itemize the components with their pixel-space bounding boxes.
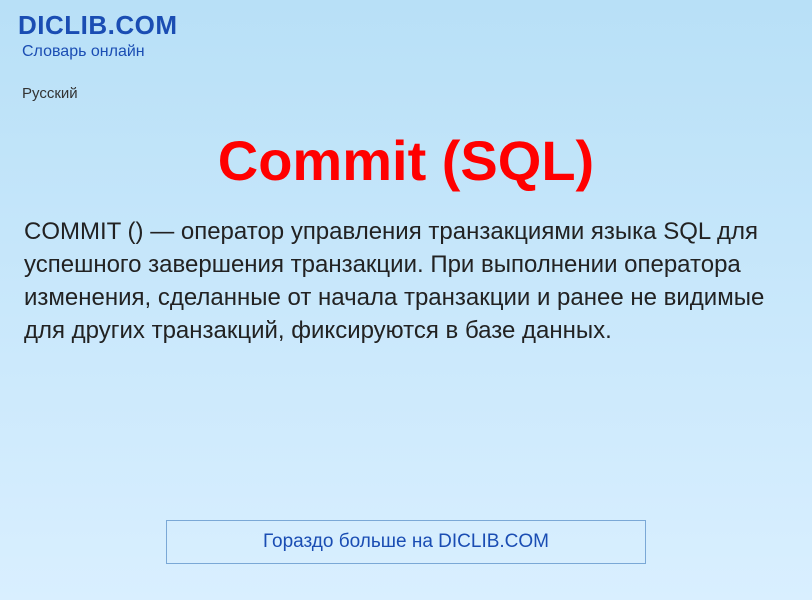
page-title: Commit (SQL) <box>0 128 812 193</box>
site-name[interactable]: DICLIB.COM <box>18 10 794 41</box>
tagline: Словарь онлайн <box>22 43 794 61</box>
footer-cta-box[interactable]: Гораздо больше на DICLIB.COM <box>166 520 646 564</box>
header: DICLIB.COM Словарь онлайн Русский <box>0 0 812 106</box>
footer-cta-text: Гораздо больше на DICLIB.COM <box>263 531 549 552</box>
language-selector[interactable]: Русский <box>22 85 794 102</box>
definition-text: COMMIT () — оператор управления транзакц… <box>0 215 812 347</box>
